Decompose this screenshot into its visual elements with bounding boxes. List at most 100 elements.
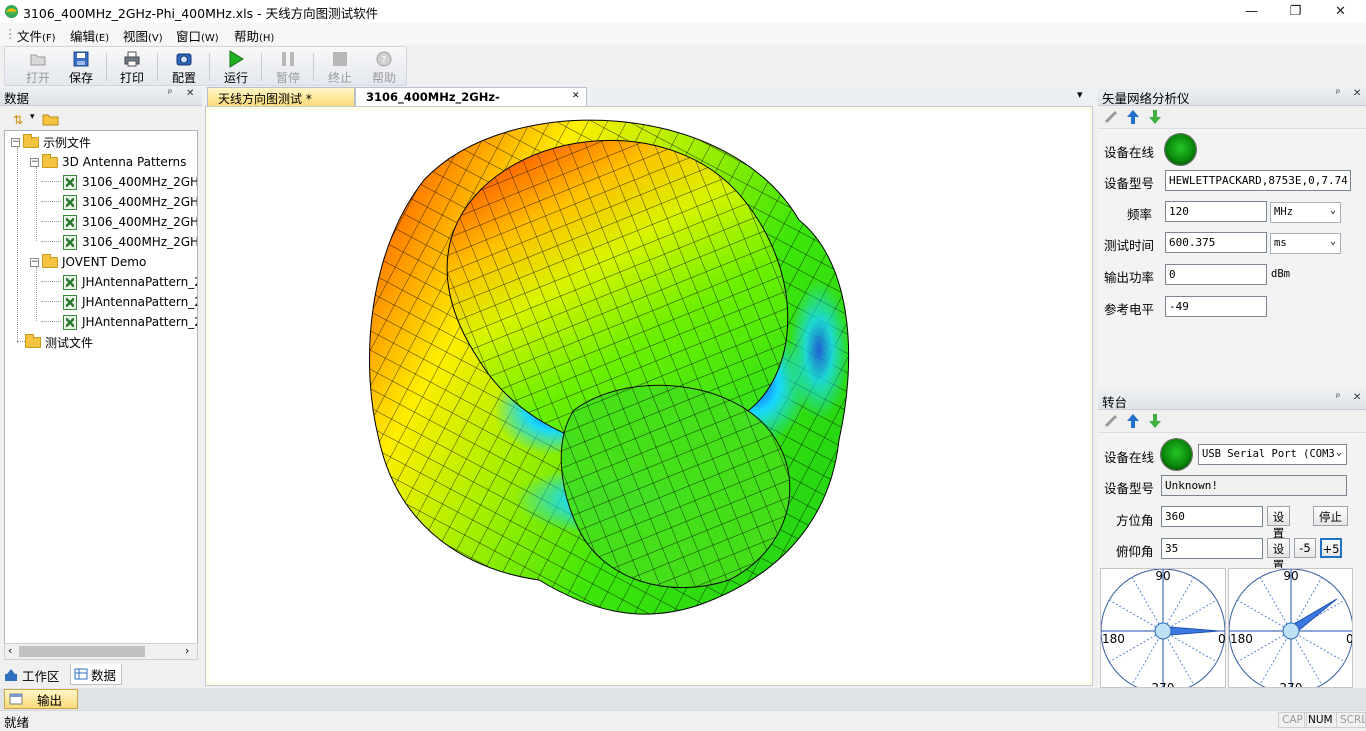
menu-file[interactable]: 文件(F) — [17, 26, 56, 45]
freq-input[interactable]: 120 — [1165, 201, 1267, 222]
tab-xls-file[interactable]: 3106_400MHz_2GHz-Phi_400MHz.xls ✕ — [355, 87, 587, 118]
config-label: 配置 — [171, 71, 196, 85]
vna-model-field[interactable]: HEWLETTPACKARD,8753E,0,7.74 — [1165, 170, 1351, 191]
pin-icon[interactable]: ᵖ — [1336, 88, 1340, 99]
tree-guide — [41, 321, 61, 322]
elevation-label: 俯仰角 — [1116, 544, 1154, 559]
elevation-minus5-button[interactable]: -5 — [1294, 538, 1316, 558]
tab-antenna-test[interactable]: 天线方向图测试 * — [207, 87, 355, 106]
azimuth-stop-button[interactable]: 停止 — [1313, 506, 1348, 526]
download-arrow-icon[interactable] — [1148, 413, 1162, 429]
toolbar-separator — [261, 53, 262, 81]
collapse-icon[interactable]: − — [30, 257, 39, 267]
menu-view[interactable]: 视图(V) — [123, 26, 163, 45]
ref-level-input[interactable]: -49 — [1165, 296, 1267, 317]
tab-workspace[interactable]: 工作区 — [4, 665, 68, 685]
save-button[interactable]: 保存 — [60, 49, 102, 85]
azimuth-set-button[interactable]: 设置 — [1267, 506, 1290, 540]
pin-icon[interactable]: ᵖ — [1336, 392, 1340, 403]
vna-panel-title: 矢量网络分析仪 — [1102, 91, 1190, 106]
tree-file-item[interactable]: 3106_400MHz_2GH — [63, 192, 197, 212]
restore-button[interactable]: ❐ — [1273, 0, 1318, 23]
config-button[interactable]: 配置 — [163, 49, 205, 85]
panel-close-icon[interactable]: ✕ — [1353, 392, 1361, 403]
menu-file-label: 文件 — [17, 29, 43, 44]
folder-icon — [23, 133, 39, 148]
menu-help[interactable]: 帮助(H) — [234, 26, 274, 45]
vna-model-label: 设备型号 — [1104, 176, 1155, 191]
scroll-right-icon[interactable]: › — [185, 644, 189, 657]
menu-bar: ⋮ 文件(F) 编辑(E) 视图(V) 窗口(W) 帮助(H) — [0, 23, 1366, 45]
tab-data[interactable]: 数据 — [70, 664, 122, 685]
tree-horizontal-scrollbar[interactable]: ‹ › — [4, 643, 198, 660]
elevation-plus5-button[interactable]: +5 — [1320, 538, 1342, 558]
pin-icon[interactable]: ᵖ — [168, 88, 172, 99]
collapse-icon[interactable]: − — [30, 157, 39, 167]
tree-node-examples[interactable]: − 示例文件 — [11, 132, 91, 152]
sort-icon[interactable]: ⇅ — [12, 111, 26, 127]
elevation-set-button[interactable]: 设置 — [1267, 538, 1290, 572]
dropdown-arrow-icon[interactable]: ▾ — [30, 112, 35, 122]
upload-arrow-icon[interactable] — [1126, 413, 1140, 429]
open-folder-icon[interactable] — [42, 112, 60, 126]
close-button[interactable]: ✕ — [1318, 0, 1363, 23]
time-unit-select[interactable]: ms ⌄ — [1270, 233, 1341, 254]
turntable-model-field[interactable]: Unknown! — [1161, 475, 1347, 496]
download-arrow-icon[interactable] — [1148, 109, 1162, 125]
output-tab[interactable]: 输出 — [4, 689, 78, 709]
run-label: 运行 — [223, 71, 248, 85]
connect-plug-icon[interactable] — [1104, 110, 1118, 124]
connect-plug-icon[interactable] — [1104, 414, 1118, 428]
minimize-button[interactable]: — — [1229, 0, 1274, 23]
pause-button[interactable]: 暂停 — [267, 49, 309, 85]
tree-node-jovent[interactable]: − JOVENT Demo — [30, 252, 146, 272]
open-button[interactable]: 打开 — [17, 49, 59, 85]
folder-icon — [42, 153, 58, 168]
freq-unit-select[interactable]: MHz ⌄ — [1270, 202, 1341, 223]
print-label: 打印 — [119, 71, 144, 85]
data-panel-title: 数据 — [4, 91, 30, 106]
tree-file-label: JHAntennaPattern_2 — [82, 315, 198, 329]
scroll-thumb[interactable] — [19, 646, 145, 657]
tab-close-icon[interactable]: ✕ — [572, 91, 580, 101]
menu-edit[interactable]: 编辑(E) — [70, 26, 109, 45]
print-button[interactable]: 打印 — [111, 49, 153, 85]
elevation-input[interactable]: 35 — [1161, 538, 1263, 559]
tree-guide — [41, 241, 61, 242]
tree-file-item[interactable]: JHAntennaPattern_2 — [63, 312, 198, 332]
upload-arrow-icon[interactable] — [1126, 109, 1140, 125]
panel-close-icon[interactable]: ✕ — [1353, 88, 1361, 99]
antenna-3d-view[interactable] — [209, 110, 1089, 682]
tab-workspace-label: 工作区 — [22, 668, 60, 684]
panel-close-icon[interactable]: ✕ — [186, 88, 194, 99]
serial-port-select[interactable]: USB Serial Port (COM3 ⌄ — [1198, 444, 1347, 465]
turntable-panel-title: 转台 — [1102, 395, 1128, 410]
collapse-icon[interactable]: − — [11, 137, 20, 147]
dial-label-270: 270 — [1152, 681, 1175, 688]
time-input[interactable]: 600.375 — [1165, 232, 1267, 253]
tree-node-3d-patterns[interactable]: − 3D Antenna Patterns — [30, 152, 186, 172]
stop-button[interactable]: 终止 — [319, 49, 361, 85]
scroll-left-icon[interactable]: ‹ — [8, 644, 12, 657]
scroll-lock-indicator: SCRL — [1336, 712, 1366, 728]
tree-toolbar: ⇅ ▾ — [6, 110, 66, 130]
time-unit-value: ms — [1274, 237, 1287, 249]
turntable-online-label: 设备在线 — [1104, 450, 1155, 465]
help-button[interactable]: ? 帮助 — [363, 49, 405, 85]
tree-file-item[interactable]: 3106_400MHz_2GH — [63, 232, 197, 252]
tree-file-item[interactable]: JHAntennaPattern_2 — [63, 272, 197, 292]
azimuth-input[interactable]: 360 — [1161, 506, 1263, 527]
excel-file-icon — [63, 234, 77, 250]
menu-window[interactable]: 窗口(W) — [176, 26, 219, 45]
tree-guide — [36, 267, 37, 321]
tree-file-label: JHAntennaPattern_2 — [82, 295, 198, 309]
run-button[interactable]: 运行 — [215, 49, 257, 85]
status-ready: 就绪 — [4, 715, 30, 730]
tab-list-dropdown-icon[interactable]: ▾ — [1077, 88, 1083, 101]
tree-file-item[interactable]: JHAntennaPattern_2 — [63, 292, 198, 312]
tree-file-item[interactable]: 3106_400MHz_2GH — [63, 212, 197, 232]
power-input[interactable]: 0 — [1165, 264, 1267, 285]
menu-help-label: 帮助 — [234, 29, 260, 44]
tree-file-item[interactable]: 3106_400MHz_2GH — [63, 172, 197, 192]
tree-node-tests[interactable]: 测试文件 — [25, 332, 93, 352]
